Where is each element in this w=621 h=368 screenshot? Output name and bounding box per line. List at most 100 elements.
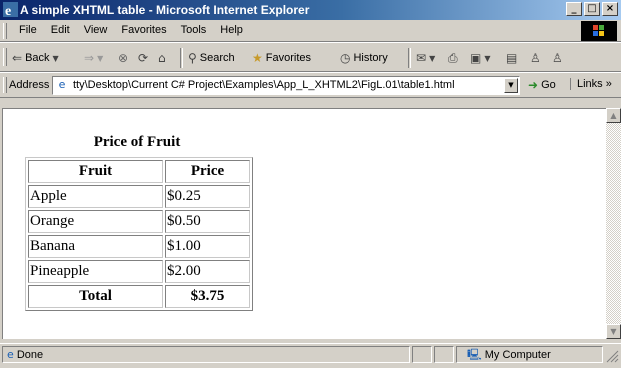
- status-text-cell: e Done: [2, 346, 410, 363]
- forward-arrow-icon: ⇒: [84, 51, 95, 65]
- mail-dropdown-icon[interactable]: ▼: [429, 54, 435, 63]
- minimize-button[interactable]: _: [566, 2, 582, 16]
- research-button[interactable]: ♙: [552, 49, 563, 67]
- forward-button[interactable]: ⇒ ▼: [84, 49, 103, 67]
- zone-label: My Computer: [484, 349, 551, 361]
- table-row: Pineapple $2.00: [28, 260, 250, 283]
- status-bar: e Done 🖳 My Computer: [0, 343, 621, 364]
- address-dropdown-icon[interactable]: ▼: [504, 78, 518, 93]
- back-label: Back: [25, 52, 50, 64]
- scroll-down-icon[interactable]: ▼: [606, 324, 621, 339]
- maximize-button[interactable]: □: [584, 2, 600, 16]
- print-icon: ⎙: [448, 50, 458, 65]
- svg-text:e: e: [5, 4, 11, 17]
- print-button[interactable]: ⎙: [448, 49, 458, 67]
- menu-favorites[interactable]: Favorites: [114, 24, 173, 36]
- fruit-cell: Pineapple: [28, 260, 163, 283]
- page-icon: e: [58, 78, 66, 91]
- go-label: Go: [541, 79, 556, 91]
- resize-grip-icon[interactable]: [604, 346, 619, 363]
- discuss-icon: ▤: [506, 51, 518, 65]
- address-label: Address: [9, 79, 50, 91]
- standard-toolbar: ⇐ Back ▼ ⇒ ▼ ⊗ ⟳ ⌂ ⚲ Search ★ Favorites …: [0, 42, 621, 72]
- total-label: Total: [28, 285, 163, 308]
- fruit-cell: Banana: [28, 235, 163, 258]
- favorites-button[interactable]: ★ Favorites: [252, 49, 311, 67]
- search-button[interactable]: ⚲ Search: [188, 49, 235, 67]
- status-text: Done: [16, 349, 44, 361]
- favorites-label: Favorites: [265, 52, 312, 64]
- search-icon: ⚲: [188, 51, 197, 65]
- back-arrow-icon: ⇐: [12, 51, 23, 65]
- menu-edit[interactable]: Edit: [44, 24, 77, 36]
- title-bar: e A simple XHTML table - Microsoft Inter…: [0, 0, 621, 20]
- table-row: Orange $0.50: [28, 210, 250, 233]
- toolbar-grip[interactable]: [3, 48, 7, 66]
- refresh-button[interactable]: ⟳: [138, 49, 148, 67]
- mail-icon: ✉: [416, 51, 427, 65]
- back-button[interactable]: ⇐ Back ▼: [12, 49, 59, 67]
- zone-cell: 🖳 My Computer: [456, 346, 603, 363]
- table-row: Banana $1.00: [28, 235, 250, 258]
- toolbar-separator: [408, 48, 411, 68]
- favorites-icon: ★: [252, 51, 263, 65]
- menu-tools[interactable]: Tools: [174, 24, 214, 36]
- address-field[interactable]: e tty\Desktop\Current C# Project\Example…: [52, 76, 520, 95]
- address-grip[interactable]: [3, 77, 7, 93]
- messenger-button[interactable]: ♙: [530, 49, 541, 67]
- close-button[interactable]: ×: [602, 2, 618, 16]
- fruit-cell: Orange: [28, 210, 163, 233]
- status-panel: [434, 346, 454, 363]
- price-cell: $2.00: [165, 260, 250, 283]
- menu-bar: File Edit View Favorites Tools Help: [0, 20, 621, 42]
- computer-icon: 🖳: [467, 348, 482, 361]
- price-cell: $0.50: [165, 210, 250, 233]
- edit-icon: ▣: [470, 51, 482, 65]
- table-footer-row: Total $3.75: [28, 285, 250, 308]
- menu-file[interactable]: File: [12, 24, 44, 36]
- table-header-row: Fruit Price: [28, 160, 250, 183]
- fruit-price-table: Fruit Price Apple $0.25 Orange $0.50 Ban…: [25, 157, 253, 311]
- windows-logo-icon: [581, 21, 617, 41]
- back-dropdown-icon[interactable]: ▼: [53, 54, 59, 63]
- messenger-icon: ♙: [530, 51, 541, 65]
- go-arrow-icon: ➜: [528, 78, 539, 92]
- search-label: Search: [199, 52, 235, 64]
- edit-dropdown-icon[interactable]: ▼: [484, 54, 490, 63]
- page-done-icon: e: [7, 348, 14, 361]
- history-label: History: [353, 52, 388, 64]
- history-icon: ◷: [340, 51, 351, 65]
- edit-button[interactable]: ▣ ▼: [470, 49, 491, 67]
- menu-grip[interactable]: [3, 23, 7, 39]
- price-cell: $1.00: [165, 235, 250, 258]
- ie-logo-icon: e: [3, 2, 18, 17]
- stop-button[interactable]: ⊗: [118, 49, 128, 67]
- header-fruit: Fruit: [28, 160, 163, 183]
- forward-dropdown-icon[interactable]: ▼: [97, 54, 103, 63]
- menu-view[interactable]: View: [77, 24, 115, 36]
- scroll-up-icon[interactable]: ▲: [606, 108, 621, 123]
- stop-icon: ⊗: [118, 51, 129, 65]
- links-button[interactable]: Links »: [570, 78, 612, 90]
- price-cell: $0.25: [165, 185, 250, 208]
- discuss-button[interactable]: ▤: [506, 49, 517, 67]
- address-url[interactable]: tty\Desktop\Current C# Project\Examples\…: [73, 79, 503, 91]
- menu-help[interactable]: Help: [213, 24, 250, 36]
- toolbar-separator: [180, 48, 183, 68]
- header-price: Price: [165, 160, 250, 183]
- home-button[interactable]: ⌂: [158, 49, 166, 67]
- total-value: $3.75: [165, 285, 250, 308]
- history-button[interactable]: ◷ History: [340, 49, 388, 67]
- research-icon: ♙: [552, 51, 563, 65]
- refresh-icon: ⟳: [138, 51, 149, 65]
- vertical-scrollbar[interactable]: ▲ ▼: [606, 108, 621, 339]
- address-bar: Address e tty\Desktop\Current C# Project…: [0, 72, 621, 98]
- window-title: A simple XHTML table - Microsoft Interne…: [20, 3, 310, 17]
- fruit-cell: Apple: [28, 185, 163, 208]
- home-icon: ⌂: [158, 51, 166, 65]
- table-caption: Price of Fruit: [93, 134, 181, 150]
- table-row: Apple $0.25: [28, 185, 250, 208]
- status-panel: [412, 346, 432, 363]
- go-button[interactable]: ➜ Go: [528, 78, 556, 92]
- mail-button[interactable]: ✉ ▼: [416, 49, 435, 67]
